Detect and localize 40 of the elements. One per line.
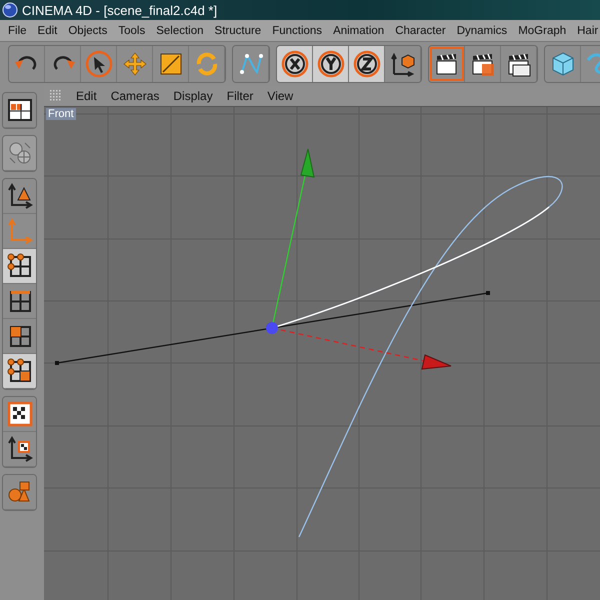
viewport-menu-item[interactable]: Cameras [110,89,160,103]
menu-item[interactable]: Objects [68,24,108,36]
tool-button[interactable] [429,46,465,82]
menu-item[interactable]: Functions [272,24,322,36]
menu-item[interactable]: Edit [38,24,58,36]
menu-item[interactable]: Structure [214,24,262,36]
viewport-menu-item[interactable]: Filter [226,89,254,103]
sphere-icon [2,2,18,18]
menu-item[interactable]: Character [395,24,446,36]
viewport-menu-item[interactable]: View [267,89,294,103]
object-axis-dot [266,322,278,334]
cursor-icon [84,50,112,78]
tool-button[interactable] [349,46,385,82]
menu-item[interactable]: Hair [577,24,598,36]
menu-item[interactable]: Tools [118,24,146,36]
axis-letter-icon [352,50,380,78]
layout-grid-icon [6,97,32,123]
mode-button[interactable] [3,354,36,389]
axis-icon [6,218,32,244]
axis-letter-icon [280,50,308,78]
viewport-menu-item[interactable]: Display [173,89,213,103]
viewport-menu-item[interactable]: Edit [76,89,97,103]
menu-item[interactable]: Selection [156,24,204,36]
grip-icon [50,90,62,102]
window-title: CINEMA 4D - [scene_final2.c4d *] [22,2,218,18]
grid-points-icon [6,358,32,384]
mode-button[interactable] [3,397,36,432]
axis-letter-icon [316,50,344,78]
menu-item[interactable]: Dynamics [456,24,508,36]
menu-item[interactable]: MoGraph [518,24,566,36]
mode-button[interactable] [3,249,36,284]
menu-item[interactable]: File [8,24,27,36]
tool-button[interactable] [277,46,313,82]
tool-button[interactable] [313,46,349,82]
view-label: Front [46,108,76,120]
menu-item[interactable]: Animation [333,24,384,36]
axis-checker-icon [6,436,32,462]
grid-points-icon [6,253,32,279]
axis-cone-icon [6,183,32,209]
checker-icon [6,401,32,427]
